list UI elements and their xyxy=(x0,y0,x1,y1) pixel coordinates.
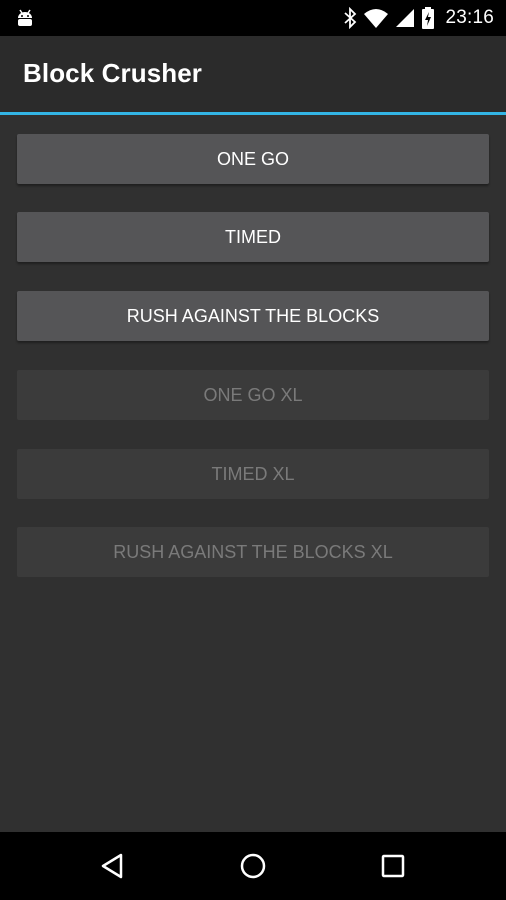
signal-icon xyxy=(396,9,415,27)
home-icon xyxy=(240,853,266,879)
menu-content: ONE GO TIMED RUSH AGAINST THE BLOCKS ONE… xyxy=(0,115,506,832)
battery-charging-icon xyxy=(422,7,435,29)
one-go-button[interactable]: ONE GO xyxy=(17,134,489,184)
status-time: 23:16 xyxy=(445,7,494,28)
wifi-icon xyxy=(364,9,389,28)
timed-xl-button: TIMED XL xyxy=(17,449,489,499)
android-debug-icon xyxy=(18,9,32,26)
recents-button[interactable] xyxy=(373,846,413,886)
bluetooth-icon xyxy=(344,7,357,29)
back-icon xyxy=(101,853,123,879)
status-bar: 23:16 xyxy=(0,0,506,36)
action-bar: Block Crusher xyxy=(0,36,506,112)
home-button[interactable] xyxy=(233,846,273,886)
recents-icon xyxy=(381,854,405,878)
timed-button[interactable]: TIMED xyxy=(17,212,489,262)
navigation-bar xyxy=(0,832,506,900)
back-button[interactable] xyxy=(92,846,132,886)
rush-against-the-blocks-button[interactable]: RUSH AGAINST THE BLOCKS xyxy=(17,291,489,341)
one-go-xl-button: ONE GO XL xyxy=(17,370,489,420)
app-title: Block Crusher xyxy=(23,58,203,88)
rush-against-the-blocks-xl-button: RUSH AGAINST THE BLOCKS XL xyxy=(17,527,489,577)
